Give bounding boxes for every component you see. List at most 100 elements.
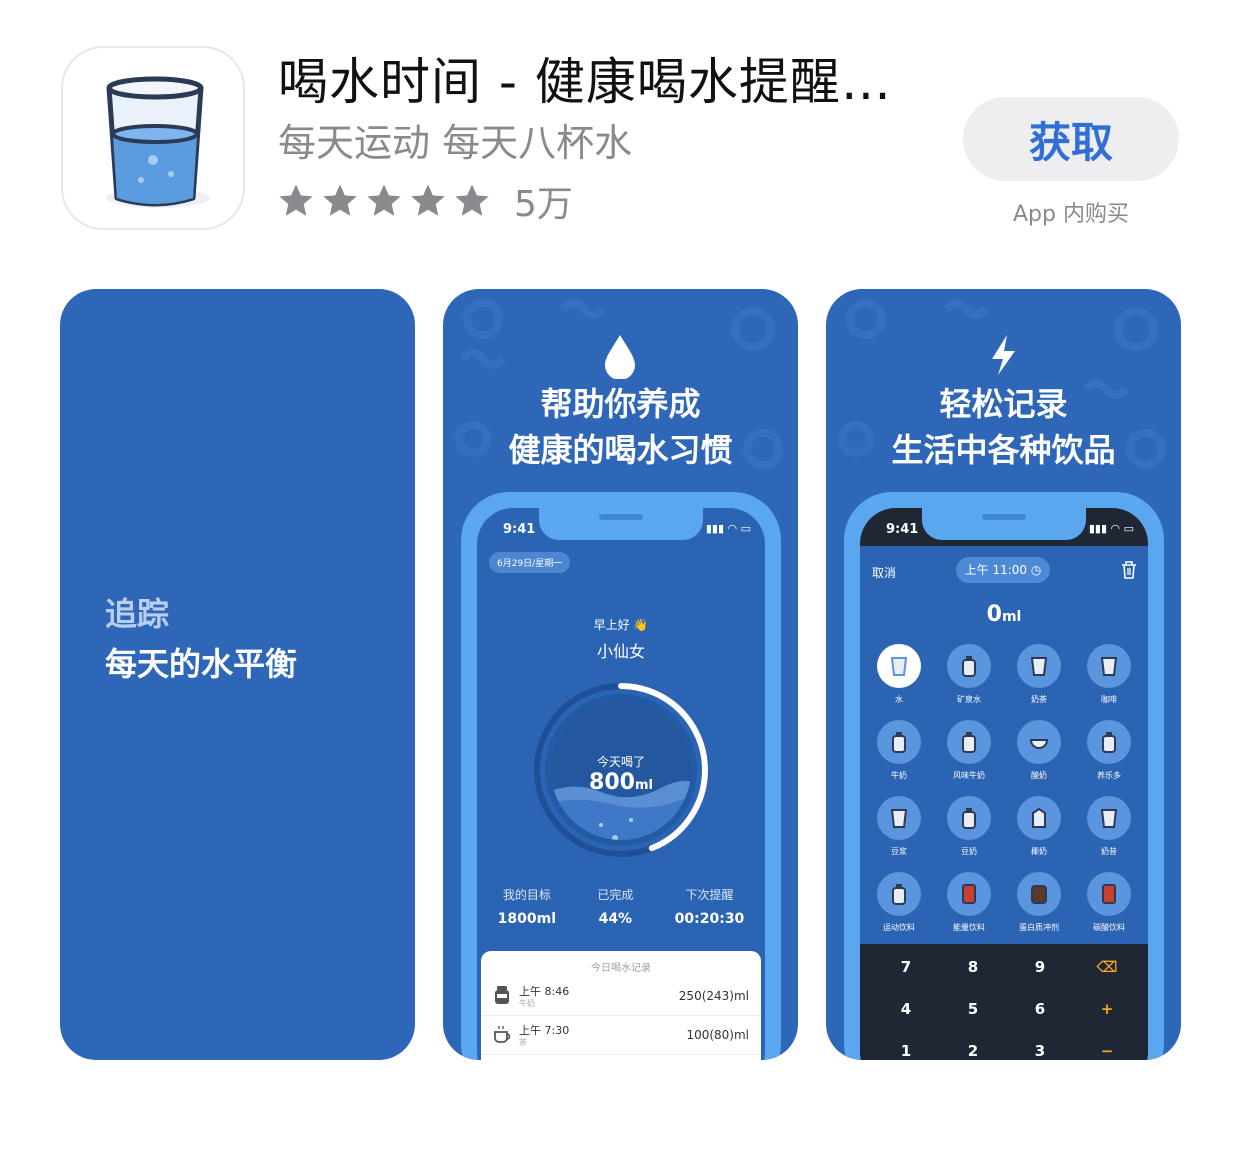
record-amount: 100(80)ml xyxy=(686,1028,749,1042)
record-row[interactable]: 上午 7:30 茶 100(80)ml xyxy=(481,1016,761,1055)
bottle-icon xyxy=(892,732,906,753)
bottle-icon xyxy=(1102,732,1116,753)
drink-option[interactable]: 矿泉水 xyxy=(934,644,1004,714)
screenshot-2[interactable]: 帮助你养成 健康的喝水习惯 9:41 ▮▮▮ ◠ ▭ 6月29日/星期一 早上好… xyxy=(443,289,798,1060)
drink-icon-circle xyxy=(877,644,921,688)
bottle-icon xyxy=(962,808,976,829)
drink-option[interactable]: 养乐多 xyxy=(1074,720,1144,790)
drink-option[interactable]: 豆奶 xyxy=(934,796,1004,866)
rating-stars xyxy=(276,181,492,221)
today-label: 今天喝了 xyxy=(596,755,645,769)
app-subtitle: 每天运动 每天八杯水 xyxy=(278,121,633,165)
drink-label: 豆浆 xyxy=(891,847,907,856)
record-type: 茶 xyxy=(519,1038,527,1047)
today-amount-value: 800 xyxy=(589,770,635,795)
keypad-key[interactable]: 6 xyxy=(1004,1000,1076,1018)
drink-option[interactable]: 奶茶 xyxy=(1004,644,1074,714)
title-line-2: 生活中各种饮品 xyxy=(891,431,1116,469)
app-title: 喝水时间 - 健康喝水提醒… xyxy=(278,53,892,111)
today-amount-unit: ml xyxy=(634,778,653,793)
stat-value: 00:20:30 xyxy=(674,911,745,927)
drink-icon-circle xyxy=(1087,796,1131,840)
stat-label: 我的目标 xyxy=(502,888,551,902)
bottle-icon xyxy=(962,656,976,677)
drink-option[interactable]: 酸奶 xyxy=(1004,720,1074,790)
get-button[interactable]: 获取 xyxy=(963,97,1179,181)
time-picker-chip[interactable]: 上午 11:00 ◷ xyxy=(956,557,1050,583)
star-icon xyxy=(411,184,445,216)
milk-bottle-icon xyxy=(495,986,509,1004)
record-row[interactable]: 上午 8:46 牛奶 250(243)ml xyxy=(481,977,761,1016)
drink-option[interactable]: 蛋白质冲剂 xyxy=(1004,872,1074,942)
keypad-key[interactable]: 3 xyxy=(1004,1042,1076,1060)
cancel-button[interactable]: 取消 xyxy=(872,564,896,581)
drink-label: 豆奶 xyxy=(961,847,977,856)
drink-label: 牛奶 xyxy=(891,771,907,780)
keypad-key[interactable]: 2 xyxy=(937,1042,1009,1060)
drink-option[interactable]: 碳酸饮料 xyxy=(1074,872,1144,942)
drink-icon-circle xyxy=(1017,720,1061,764)
record-time: 上午 8:46 xyxy=(519,985,570,998)
keypad-key[interactable]: 4 xyxy=(870,1000,942,1018)
stat-value: 44% xyxy=(598,911,633,927)
keypad-key[interactable]: 7 xyxy=(870,958,942,976)
records-card: 今日喝水记录 上午 8:46 牛奶 250(243)ml 上午 7:30 茶 1… xyxy=(481,951,761,1060)
status-icons: ▮▮▮ ◠ ▭ xyxy=(1088,522,1134,535)
drink-icon-circle xyxy=(877,872,921,916)
greeting: 早上好 👋 xyxy=(593,618,649,632)
trash-icon[interactable] xyxy=(1120,560,1138,580)
drink-option[interactable]: 风味牛奶 xyxy=(934,720,1004,790)
drink-icon-circle xyxy=(947,796,991,840)
status-time: 9:41 xyxy=(503,522,536,537)
screenshot-3[interactable]: 轻松记录 生活中各种饮品 9:41 ▮▮▮ ◠ ▭ 取消 上午 11:00 ◷ … xyxy=(826,289,1181,1060)
bowl-icon xyxy=(1029,739,1049,749)
today-amount: 800ml xyxy=(477,770,765,795)
drink-label: 碳酸饮料 xyxy=(1093,923,1125,932)
water-glass-icon xyxy=(106,76,210,208)
record-amount: 250(243)ml xyxy=(678,989,749,1003)
stat-next-reminder: 下次提醒 00:20:30 xyxy=(675,886,745,927)
drink-option[interactable]: 椰奶 xyxy=(1004,796,1074,866)
drink-label: 咖啡 xyxy=(1101,695,1117,704)
title-line-1: 轻松记录 xyxy=(939,385,1068,423)
star-icon xyxy=(323,184,357,216)
keypad-key[interactable]: 9 xyxy=(1004,958,1076,976)
stat-value: 1800ml xyxy=(497,911,557,927)
screenshot-1[interactable]: 追踪 每天的水平衡 xyxy=(60,289,415,1060)
drink-label: 蛋白质冲剂 xyxy=(1019,923,1059,932)
keypad-key[interactable]: 1 xyxy=(870,1042,942,1060)
keypad-key[interactable]: − xyxy=(1071,1042,1143,1060)
drink-option[interactable]: 运动饮料 xyxy=(864,872,934,942)
status-icons: ▮▮▮ ◠ ▭ xyxy=(705,522,751,535)
stat-label: 已完成 xyxy=(597,888,634,902)
keypad-key[interactable]: + xyxy=(1071,1000,1143,1018)
drink-label: 矿泉水 xyxy=(957,695,981,704)
tea-cup-icon xyxy=(494,1026,511,1043)
carton-icon xyxy=(1032,807,1046,828)
keypad-key[interactable]: ⌫ xyxy=(1071,958,1143,976)
water-drop-icon xyxy=(605,335,635,379)
record-time: 上午 7:30 xyxy=(519,1024,570,1037)
drink-icon-circle xyxy=(947,872,991,916)
app-icon[interactable] xyxy=(61,46,245,230)
keypad-key[interactable]: 8 xyxy=(937,958,1009,976)
drink-label: 养乐多 xyxy=(1097,771,1121,780)
cup-icon xyxy=(1030,657,1048,676)
drink-label: 奶茶 xyxy=(1031,695,1047,704)
drink-icon-circle xyxy=(1087,720,1131,764)
drink-option[interactable]: 能量饮料 xyxy=(934,872,1004,942)
star-icon xyxy=(367,184,401,216)
drink-option[interactable]: 奶昔 xyxy=(1074,796,1144,866)
stat-completed: 已完成 44% xyxy=(597,886,633,927)
drink-option[interactable]: 咖啡 xyxy=(1074,644,1144,714)
in-app-purchase-note: App 内购买 xyxy=(1013,202,1129,227)
drink-icon-circle xyxy=(1017,796,1061,840)
date-chip[interactable]: 6月29日/星期一 xyxy=(489,552,571,573)
drink-option[interactable]: 水 xyxy=(864,644,934,714)
keypad-key[interactable]: 5 xyxy=(937,1000,1009,1018)
drink-option[interactable]: 牛奶 xyxy=(864,720,934,790)
screenshot-3-title: 轻松记录 生活中各种饮品 xyxy=(826,381,1181,473)
drink-option[interactable]: 豆浆 xyxy=(864,796,934,866)
drink-icon-circle xyxy=(947,720,991,764)
bottle-icon xyxy=(962,732,976,753)
